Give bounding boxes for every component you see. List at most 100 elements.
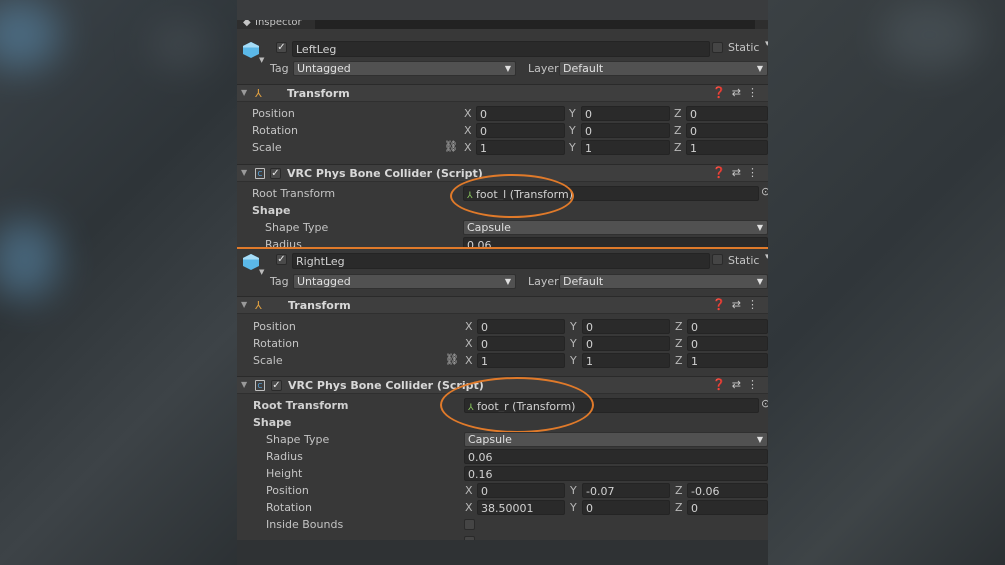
header-icons: ❓⇄⋮ bbox=[712, 378, 764, 391]
shape-type-value: Capsule bbox=[468, 433, 512, 446]
preset-icon[interactable]: ⇄ bbox=[732, 298, 747, 311]
position-y-field[interactable]: 0 bbox=[582, 319, 670, 334]
static-label: Static bbox=[728, 41, 760, 54]
layer-dropdown[interactable]: Default ▼ bbox=[559, 274, 768, 289]
collider-position-x-field[interactable]: 0 bbox=[477, 483, 565, 498]
link-icon[interactable]: ⛓ bbox=[445, 353, 459, 366]
rotation-z-field[interactable]: 0 bbox=[687, 336, 768, 351]
link-icon[interactable]: ⛓ bbox=[444, 140, 458, 153]
chevron-down-icon: ▼ bbox=[756, 223, 763, 232]
scale-label: Scale bbox=[253, 354, 283, 367]
shape-type-dropdown[interactable]: Capsule ▼ bbox=[463, 220, 768, 235]
rotation-y-field[interactable]: 0 bbox=[582, 336, 670, 351]
object-picker-icon[interactable]: ⊙ bbox=[761, 185, 768, 198]
static-dropdown-icon[interactable]: ▾ bbox=[765, 252, 768, 262]
axis-z-label: Z bbox=[675, 354, 683, 367]
icon-dropdown-icon[interactable]: ▼ bbox=[259, 268, 264, 276]
object-name-field[interactable]: RightLeg bbox=[292, 253, 710, 269]
height-field[interactable]: 0.16 bbox=[464, 466, 768, 481]
help-icon[interactable]: ❓ bbox=[712, 86, 732, 99]
axis-y-label: Y bbox=[569, 141, 576, 154]
collider-rotation-y-field[interactable]: 0 bbox=[582, 500, 670, 515]
inspector-panel-leftleg: ◆ Inspector ▼ ✓ LeftLeg Static ▾ Tag Unt… bbox=[237, 20, 768, 248]
layer-dropdown[interactable]: Default ▼ bbox=[559, 61, 768, 76]
preset-icon[interactable]: ⇄ bbox=[732, 378, 747, 391]
preset-icon[interactable]: ⇄ bbox=[732, 166, 747, 179]
chevron-down-icon: ▼ bbox=[504, 64, 511, 73]
scale-z-field[interactable]: 1 bbox=[687, 353, 768, 368]
more-icon[interactable]: ⋮ bbox=[747, 298, 764, 311]
object-name-field[interactable]: LeftLeg bbox=[292, 41, 710, 57]
script-icon: C bbox=[255, 380, 265, 391]
static-dropdown-icon[interactable]: ▾ bbox=[765, 39, 768, 49]
transform-header[interactable]: ▼ ⅄ Transform ❓⇄⋮ bbox=[237, 84, 768, 102]
tag-label: Tag bbox=[270, 275, 289, 288]
icon-dropdown-icon[interactable]: ▼ bbox=[259, 56, 264, 64]
foldout-arrow-icon[interactable]: ▼ bbox=[241, 300, 247, 309]
object-picker-icon[interactable]: ⊙ bbox=[761, 397, 768, 410]
more-icon[interactable]: ⋮ bbox=[747, 378, 764, 391]
shape-label: Shape bbox=[253, 416, 292, 429]
root-transform-label: Root Transform bbox=[252, 187, 336, 200]
foldout-arrow-icon[interactable]: ▼ bbox=[241, 380, 247, 389]
radius-field[interactable]: 0.06 bbox=[464, 449, 768, 464]
axis-x-label: X bbox=[465, 337, 473, 350]
static-label: Static bbox=[728, 254, 760, 267]
more-icon[interactable]: ⋮ bbox=[747, 166, 764, 179]
transform-header[interactable]: ▼ ⅄ Transform ❓⇄⋮ bbox=[237, 296, 768, 314]
component-enabled-checkbox[interactable]: ✓ bbox=[271, 380, 282, 391]
help-icon[interactable]: ❓ bbox=[712, 166, 732, 179]
shape-type-value: Capsule bbox=[467, 221, 511, 234]
preset-icon[interactable]: ⇄ bbox=[732, 86, 747, 99]
position-x-field[interactable]: 0 bbox=[476, 106, 565, 121]
tag-value: Untagged bbox=[297, 275, 351, 288]
collider-rotation-x-field[interactable]: 38.50001 bbox=[477, 500, 565, 515]
inspector-icon: ◆ bbox=[243, 20, 251, 28]
active-checkbox[interactable]: ✓ bbox=[276, 254, 287, 265]
component-enabled-checkbox[interactable]: ✓ bbox=[270, 168, 281, 179]
collider-position-y-field[interactable]: -0.07 bbox=[582, 483, 670, 498]
script-icon: C bbox=[255, 168, 265, 179]
header-icons: ❓⇄⋮ bbox=[712, 86, 764, 99]
partial-checkbox[interactable] bbox=[464, 536, 475, 540]
static-checkbox[interactable] bbox=[712, 254, 723, 265]
foldout-arrow-icon[interactable]: ▼ bbox=[241, 88, 247, 97]
position-y-field[interactable]: 0 bbox=[581, 106, 670, 121]
layer-value: Default bbox=[563, 275, 604, 288]
inspector-search-strip[interactable] bbox=[315, 20, 755, 29]
inside-bounds-checkbox[interactable] bbox=[464, 519, 475, 530]
transform-axes-icon: ⅄ bbox=[255, 299, 262, 312]
shape-type-dropdown[interactable]: Capsule ▼ bbox=[464, 432, 768, 447]
scale-y-field[interactable]: 1 bbox=[581, 140, 670, 155]
scale-x-field[interactable]: 1 bbox=[476, 140, 565, 155]
help-icon[interactable]: ❓ bbox=[712, 298, 732, 311]
tag-dropdown[interactable]: Untagged ▼ bbox=[293, 61, 516, 76]
scale-x-field[interactable]: 1 bbox=[477, 353, 565, 368]
collider-rotation-z-field[interactable]: 0 bbox=[687, 500, 768, 515]
chevron-down-icon: ▼ bbox=[504, 277, 511, 286]
rotation-label: Rotation bbox=[252, 124, 299, 137]
rotation-x-field[interactable]: 0 bbox=[477, 336, 565, 351]
rotation-y-field[interactable]: 0 bbox=[581, 123, 670, 138]
scale-z-field[interactable]: 1 bbox=[686, 140, 768, 155]
position-z-field[interactable]: 0 bbox=[686, 106, 768, 121]
rotation-z-field[interactable]: 0 bbox=[686, 123, 768, 138]
collider-position-z-field[interactable]: -0.06 bbox=[687, 483, 768, 498]
axis-x-label: X bbox=[465, 354, 473, 367]
scale-y-field[interactable]: 1 bbox=[582, 353, 670, 368]
help-icon[interactable]: ❓ bbox=[712, 378, 732, 391]
more-icon[interactable]: ⋮ bbox=[747, 86, 764, 99]
position-z-field[interactable]: 0 bbox=[687, 319, 768, 334]
rotation-x-field[interactable]: 0 bbox=[476, 123, 565, 138]
tag-dropdown[interactable]: Untagged ▼ bbox=[293, 274, 516, 289]
axis-z-label: Z bbox=[674, 141, 682, 154]
axis-x-label: X bbox=[464, 124, 472, 137]
foldout-arrow-icon[interactable]: ▼ bbox=[241, 168, 247, 177]
axis-x-label: X bbox=[464, 107, 472, 120]
position-x-field[interactable]: 0 bbox=[477, 319, 565, 334]
height-label: Height bbox=[266, 467, 303, 480]
axis-y-label: Y bbox=[569, 107, 576, 120]
static-checkbox[interactable] bbox=[712, 42, 723, 53]
active-checkbox[interactable]: ✓ bbox=[276, 42, 287, 53]
transform-title: Transform bbox=[288, 299, 351, 312]
